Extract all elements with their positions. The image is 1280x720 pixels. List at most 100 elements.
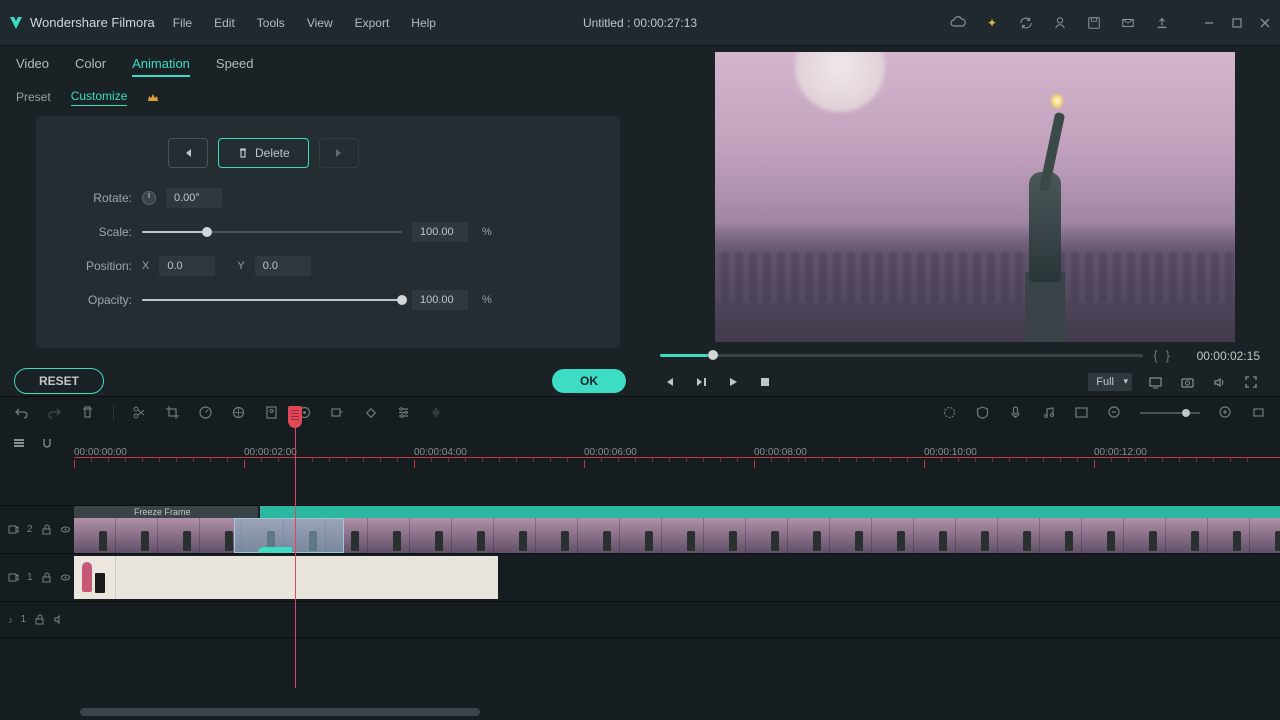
music-icon[interactable]: [1041, 405, 1056, 420]
inspector-panel: Video Color Animation Speed Preset Custo…: [0, 46, 640, 396]
video-track-icon: [8, 572, 19, 583]
quality-select[interactable]: Full: [1088, 373, 1132, 391]
track-manage-icon[interactable]: [12, 436, 26, 450]
mixer-icon[interactable]: [1074, 405, 1089, 420]
refresh-icon[interactable]: [1018, 15, 1034, 31]
inspector-tabs: Video Color Animation Speed: [0, 46, 640, 83]
audio-wave-icon[interactable]: [429, 405, 444, 420]
preview-scrubber[interactable]: [660, 354, 1143, 357]
snapshot-icon[interactable]: [1178, 373, 1196, 391]
mail-icon[interactable]: [1120, 15, 1136, 31]
menu-file[interactable]: File: [173, 16, 192, 30]
rotate-knob[interactable]: [142, 191, 156, 205]
tab-video[interactable]: Video: [16, 56, 49, 77]
zoom-in-icon[interactable]: [1218, 405, 1233, 420]
menu-tools[interactable]: Tools: [257, 16, 285, 30]
opacity-slider[interactable]: [142, 299, 402, 301]
timeline-ruler[interactable]: 00:00:00:0000:00:02:0000:00:04:0000:00:0…: [74, 428, 1280, 458]
cloud-icon[interactable]: [950, 15, 966, 31]
scale-slider[interactable]: [142, 231, 402, 233]
clip-statue[interactable]: Statue of Liberty: [74, 518, 1280, 553]
split-icon[interactable]: [132, 405, 147, 420]
zoom-slider[interactable]: [1140, 412, 1200, 414]
scale-label: Scale:: [66, 225, 132, 239]
pos-y-input[interactable]: [255, 256, 311, 276]
video-track-1: 1 stable: [0, 554, 1280, 602]
pos-x-input[interactable]: [159, 256, 215, 276]
lock-icon[interactable]: [41, 524, 52, 535]
clip-stable[interactable]: stable: [74, 556, 498, 599]
save-icon[interactable]: [1086, 15, 1102, 31]
speaker-icon[interactable]: [53, 614, 64, 625]
volume-icon[interactable]: [1210, 373, 1228, 391]
menu-export[interactable]: Export: [355, 16, 390, 30]
opacity-input[interactable]: [412, 290, 468, 310]
lock-icon[interactable]: [34, 614, 45, 625]
track-v2-body[interactable]: Freeze Frame Statue of Liberty: [74, 506, 1280, 553]
rotate-input[interactable]: [166, 188, 222, 208]
menu-help[interactable]: Help: [411, 16, 436, 30]
menu-edit[interactable]: Edit: [214, 16, 235, 30]
preview-canvas[interactable]: [715, 52, 1235, 342]
close-icon[interactable]: [1258, 16, 1272, 30]
marker-diamond-icon[interactable]: [363, 405, 378, 420]
reset-button[interactable]: RESET: [14, 368, 104, 394]
speed-icon[interactable]: [198, 405, 213, 420]
main-menu: File Edit Tools View Export Help: [173, 16, 436, 30]
maximize-icon[interactable]: [1230, 16, 1244, 30]
prev-keyframe-button[interactable]: [168, 138, 208, 168]
scale-input[interactable]: [412, 222, 468, 242]
next-keyframe-button[interactable]: [319, 138, 359, 168]
mic-icon[interactable]: [1008, 405, 1023, 420]
delete-icon[interactable]: [80, 405, 95, 420]
timeline-scrollbar[interactable]: [80, 708, 480, 716]
subtab-customize[interactable]: Customize: [71, 89, 128, 106]
upload-icon[interactable]: [1154, 15, 1170, 31]
eye-icon[interactable]: [60, 524, 71, 535]
shield-icon[interactable]: [975, 405, 990, 420]
play-button[interactable]: [724, 373, 742, 391]
tab-color[interactable]: Color: [75, 56, 106, 77]
undo-icon[interactable]: [14, 405, 29, 420]
mark-in-icon[interactable]: {: [1153, 348, 1157, 363]
animation-subtabs: Preset Customize: [0, 83, 640, 116]
render-icon[interactable]: [942, 405, 957, 420]
pos-x-label: X: [142, 260, 149, 272]
transition-marker[interactable]: [262, 547, 292, 553]
track-v1-body[interactable]: stable: [74, 554, 1280, 601]
zoom-out-icon[interactable]: [1107, 405, 1122, 420]
lock-icon[interactable]: [41, 572, 52, 583]
subtab-preset[interactable]: Preset: [16, 90, 51, 106]
track-a1-body[interactable]: [74, 602, 1280, 637]
ok-button[interactable]: OK: [552, 369, 626, 393]
magnet-icon[interactable]: [40, 436, 54, 450]
fit-icon[interactable]: [1251, 405, 1266, 420]
tab-animation[interactable]: Animation: [132, 56, 190, 77]
sparkle-icon[interactable]: ✦: [984, 15, 1000, 31]
fullscreen-icon[interactable]: [1242, 373, 1260, 391]
redo-icon[interactable]: [47, 405, 62, 420]
display-icon[interactable]: [1146, 373, 1164, 391]
detach-audio-icon[interactable]: [330, 405, 345, 420]
delete-keyframe-button[interactable]: Delete: [218, 138, 309, 168]
minimize-icon[interactable]: [1202, 16, 1216, 30]
adjust-icon[interactable]: [396, 405, 411, 420]
stop-button[interactable]: [756, 373, 774, 391]
titlebar: Wondershare Filmora File Edit Tools View…: [0, 0, 1280, 46]
mark-out-icon[interactable]: }: [1166, 348, 1170, 363]
menu-view[interactable]: View: [307, 16, 333, 30]
play-pause-button[interactable]: [692, 373, 710, 391]
delete-label: Delete: [255, 146, 290, 160]
playhead[interactable]: [295, 428, 296, 688]
track-v2-label: 2: [27, 524, 33, 535]
step-back-button[interactable]: [660, 373, 678, 391]
green-screen-icon[interactable]: [264, 405, 279, 420]
crop-icon[interactable]: [165, 405, 180, 420]
account-icon[interactable]: [1052, 15, 1068, 31]
rotate-label: Rotate:: [66, 191, 132, 205]
eye-icon[interactable]: [60, 572, 71, 583]
tab-speed[interactable]: Speed: [216, 56, 254, 77]
color-icon[interactable]: [231, 405, 246, 420]
keyframe-properties: Delete Rotate: Scale: % Position: X Y: [36, 116, 620, 348]
app-name: Wondershare Filmora: [30, 15, 155, 30]
